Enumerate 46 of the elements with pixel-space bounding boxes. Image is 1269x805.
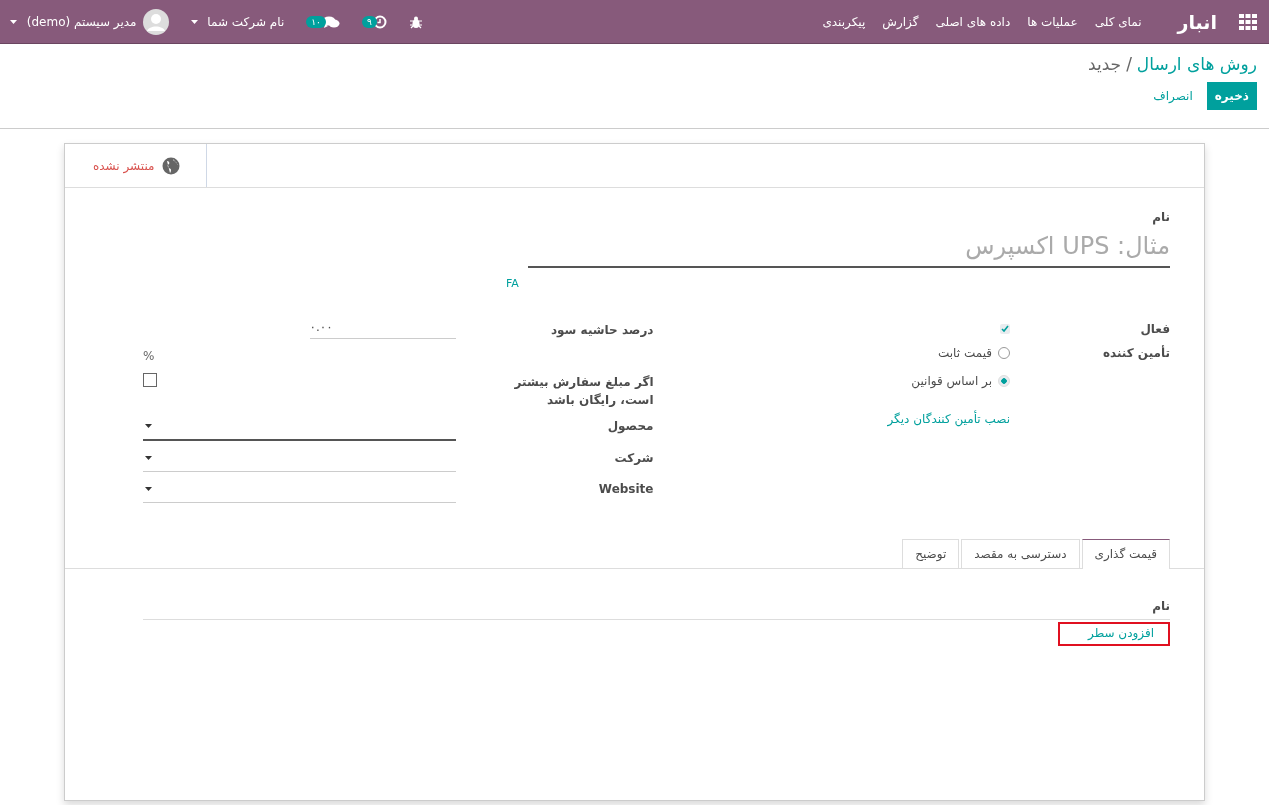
discard-button[interactable]: انصراف: [1153, 89, 1193, 103]
bug-icon[interactable]: [408, 14, 423, 29]
menu-item[interactable]: گزارش: [882, 14, 919, 29]
column-header: نام: [143, 599, 1170, 620]
company-switcher[interactable]: نام شرکت شما: [190, 14, 285, 29]
field-label: اگر مبلغ سفارش بیشتر است، رایگان باشد: [513, 374, 654, 409]
apps-grid-icon[interactable]: [1239, 13, 1257, 30]
radio-label: قیمت ثابت: [938, 346, 992, 360]
menu-item[interactable]: عملیات ها: [1027, 14, 1078, 29]
tab[interactable]: توضیح: [902, 539, 960, 568]
free-shipping-checkbox[interactable]: [143, 373, 157, 387]
caret-icon: [190, 20, 198, 24]
breadcrumb-separator: /: [1126, 54, 1132, 74]
breadcrumb-link[interactable]: روش های ارسال: [1136, 54, 1257, 74]
activity-count-badge: ۹: [361, 15, 377, 28]
tab[interactable]: قیمت گذاری: [1081, 539, 1170, 569]
caret-icon: [145, 456, 152, 460]
avatar-icon: [142, 8, 169, 35]
menu-item[interactable]: پیکربندی: [822, 14, 866, 29]
message-count-badge: ۱۰: [306, 15, 326, 28]
caret-icon: [145, 424, 152, 428]
field-label: شرکت: [613, 450, 654, 467]
field-label: محصول: [606, 418, 654, 435]
field-label: فعال: [1139, 322, 1170, 336]
translate-link[interactable]: FA: [506, 277, 519, 290]
add-line-link[interactable]: افزودن سطر: [1088, 626, 1154, 640]
save-button[interactable]: ذخیره: [1206, 82, 1257, 110]
breadcrumb-current: جدید: [1088, 54, 1122, 74]
caret-icon: [10, 20, 17, 24]
active-checkbox[interactable]: [1000, 324, 1010, 334]
tab[interactable]: دسترسی به مقصد: [961, 539, 1080, 568]
radio-label: بر اساس قوانین: [911, 374, 992, 388]
app-title: انبار: [1177, 10, 1217, 33]
menu-item[interactable]: داده های اصلی: [935, 14, 1011, 29]
field-label: Website: [597, 481, 654, 498]
user-menu[interactable]: مدیر سیستم (demo): [10, 14, 137, 29]
publish-toggle-button[interactable]: منتشر نشده: [65, 144, 208, 187]
install-providers-link[interactable]: نصب تأمین کنندگان دیگر: [887, 412, 1010, 426]
field-label: نام: [1151, 210, 1170, 224]
percent-sign: %: [143, 349, 156, 363]
menu-item[interactable]: نمای کلی: [1094, 14, 1142, 29]
caret-icon: [145, 487, 152, 491]
globe-icon: [162, 156, 181, 175]
field-label: درصد حاشیه سود: [549, 321, 654, 339]
field-label: تأمین کننده: [1101, 346, 1170, 360]
margin-input-field[interactable]: ۰.۰۰: [309, 320, 456, 339]
